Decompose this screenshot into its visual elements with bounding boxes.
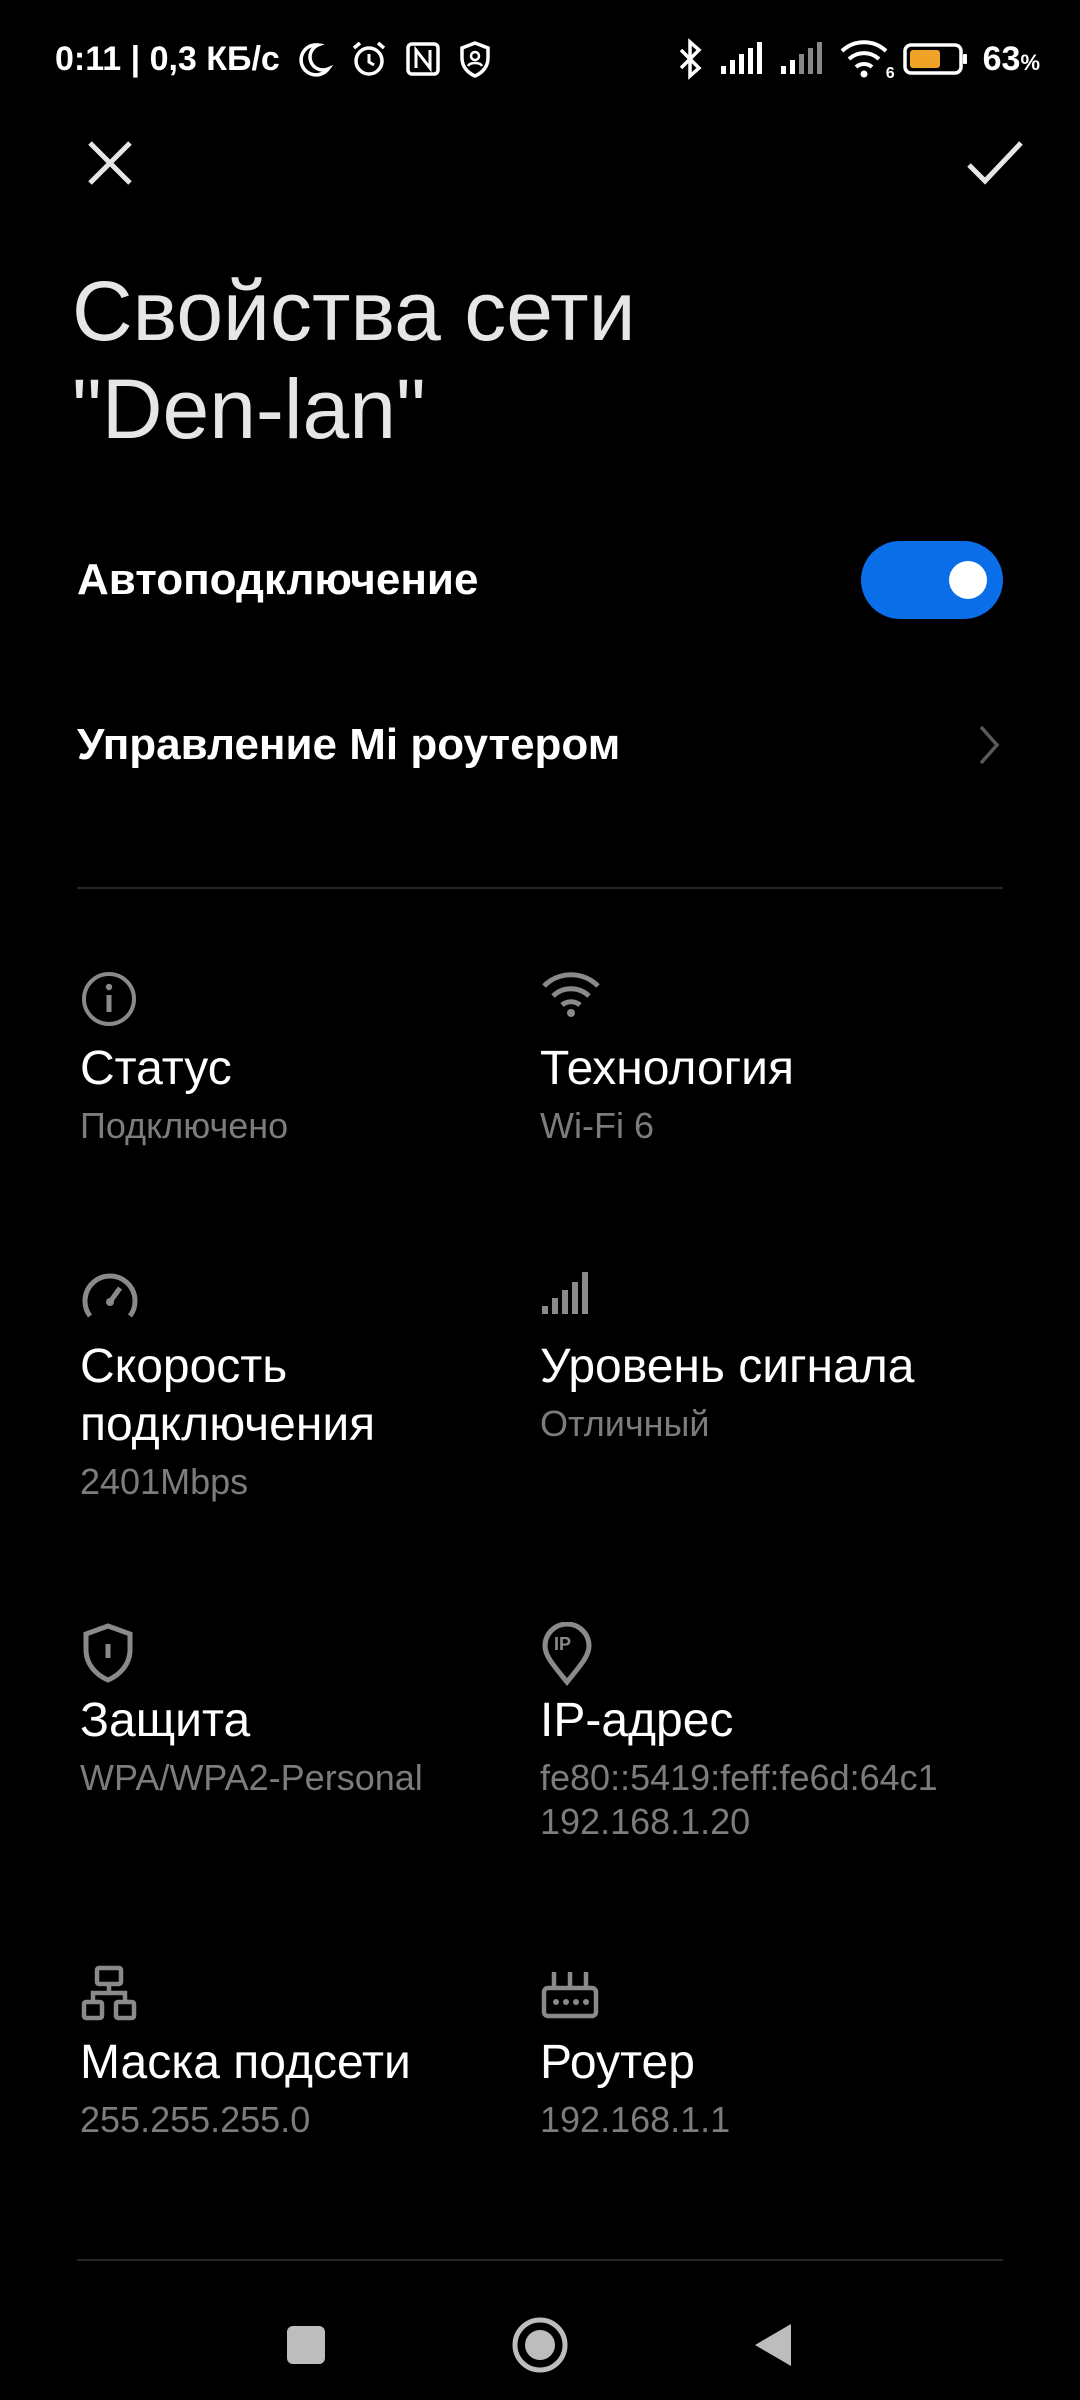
divider	[77, 2259, 1003, 2261]
shield-icon	[80, 1622, 520, 1683]
close-icon	[88, 141, 132, 185]
status-time-speed: 0:11 | 0,3 КБ/с	[55, 39, 280, 78]
moon-icon	[294, 39, 334, 79]
ip-address-label: IP-адрес	[540, 1694, 734, 1747]
router-icon	[540, 1964, 980, 2024]
status-right: 6 63%	[675, 38, 1040, 82]
status-value: Подключено	[80, 1105, 289, 1146]
toggle-knob	[949, 561, 987, 599]
auto-connect-toggle[interactable]	[861, 541, 1003, 619]
back-triangle-icon	[755, 2324, 791, 2366]
info-icon	[80, 970, 520, 1030]
speed-label-line-1: Скорость	[80, 1340, 288, 1393]
confirm-button[interactable]	[950, 118, 1040, 208]
ipv4-value: 192.168.1.20	[540, 1801, 751, 1842]
router-item: Роутер 192.168.1.1	[540, 1964, 980, 2142]
ip-address-item: IP IP-адрес fe80::5419:feff:fe6d:64c1 19…	[540, 1622, 980, 1844]
home-circle-icon	[512, 2317, 568, 2373]
router-management-label: Управление Mi роутером	[77, 720, 621, 769]
ipv6-value: fe80::5419:feff:fe6d:64c1	[540, 1757, 938, 1798]
ip-icon-text: IP	[554, 1634, 572, 1654]
battery-icon	[902, 42, 969, 76]
location-ip-icon: IP	[540, 1622, 980, 1686]
wifi-icon: 6	[839, 39, 895, 82]
auto-connect-label: Автоподключение	[77, 555, 479, 604]
subnet-mask-item: Маска подсети 255.255.255.0	[80, 1964, 520, 2142]
battery-percent: 63%	[983, 40, 1040, 79]
speedometer-icon	[80, 1268, 520, 1328]
wifi-icon	[540, 970, 980, 1030]
technology-item: Технология Wi-Fi 6	[540, 970, 980, 1148]
signal-strength-icon	[540, 1268, 980, 1328]
signal-level-value: Отличный	[540, 1403, 710, 1444]
bluetooth-icon	[675, 38, 705, 80]
signal-icon-2	[779, 42, 825, 76]
title-line-2: "Den-lan"	[72, 362, 426, 456]
subnet-mask-value: 255.255.255.0	[80, 2099, 311, 2140]
speed-label-line-2: подключения	[80, 1398, 376, 1451]
recents-square-icon	[287, 2326, 325, 2364]
security-value: WPA/WPA2-Personal	[80, 1757, 423, 1798]
speed-label: Скорость подключения	[80, 1338, 520, 1454]
technology-label: Технология	[540, 1042, 794, 1095]
navigation-bar	[0, 2290, 1080, 2400]
home-button[interactable]	[485, 2290, 595, 2400]
speed-item: Скорость подключения 2401Mbps	[80, 1268, 520, 1504]
chevron-right-icon	[979, 725, 1000, 765]
status-bar: 0:11 | 0,3 КБ/с 6 63%	[0, 0, 1080, 118]
security-item: Защита WPA/WPA2-Personal	[80, 1622, 520, 1800]
router-value: 192.168.1.1	[540, 2099, 731, 2140]
divider	[77, 887, 1003, 889]
signal-level-label: Уровень сигнала	[540, 1340, 915, 1393]
signal-level-item: Уровень сигнала Отличный	[540, 1268, 980, 1446]
battery-percent-unit: %	[1020, 49, 1040, 75]
router-label: Роутер	[540, 2036, 695, 2089]
page-title: Свойства сети "Den-lan"	[72, 262, 972, 458]
auto-connect-row[interactable]: Автоподключение	[77, 540, 1003, 620]
status-left: 0:11 | 0,3 КБ/с	[55, 38, 494, 80]
wifi-6-badge: 6	[885, 65, 895, 82]
shield-icon	[456, 39, 494, 79]
signal-icon	[719, 42, 765, 76]
subnet-mask-label: Маска подсети	[80, 2036, 411, 2089]
speed-value: 2401Mbps	[80, 1461, 249, 1502]
security-label: Защита	[80, 1694, 251, 1747]
back-button[interactable]	[718, 2290, 828, 2400]
status-item: Статус Подключено	[80, 970, 520, 1148]
check-icon	[967, 141, 1023, 185]
technology-value: Wi-Fi 6	[540, 1105, 654, 1146]
battery-percent-value: 63	[982, 39, 1021, 78]
top-bar	[0, 118, 1080, 208]
ip-address-value: fe80::5419:feff:fe6d:64c1 192.168.1.20	[540, 1756, 980, 1844]
router-management-row[interactable]: Управление Mi роутером	[77, 705, 1003, 785]
status-label: Статус	[80, 1042, 232, 1095]
alarm-icon	[348, 38, 390, 80]
title-line-1: Свойства сети	[72, 264, 636, 358]
network-icon	[80, 1964, 520, 2024]
close-button[interactable]	[65, 118, 155, 208]
nfc-icon	[404, 40, 442, 78]
recents-button[interactable]	[251, 2290, 361, 2400]
